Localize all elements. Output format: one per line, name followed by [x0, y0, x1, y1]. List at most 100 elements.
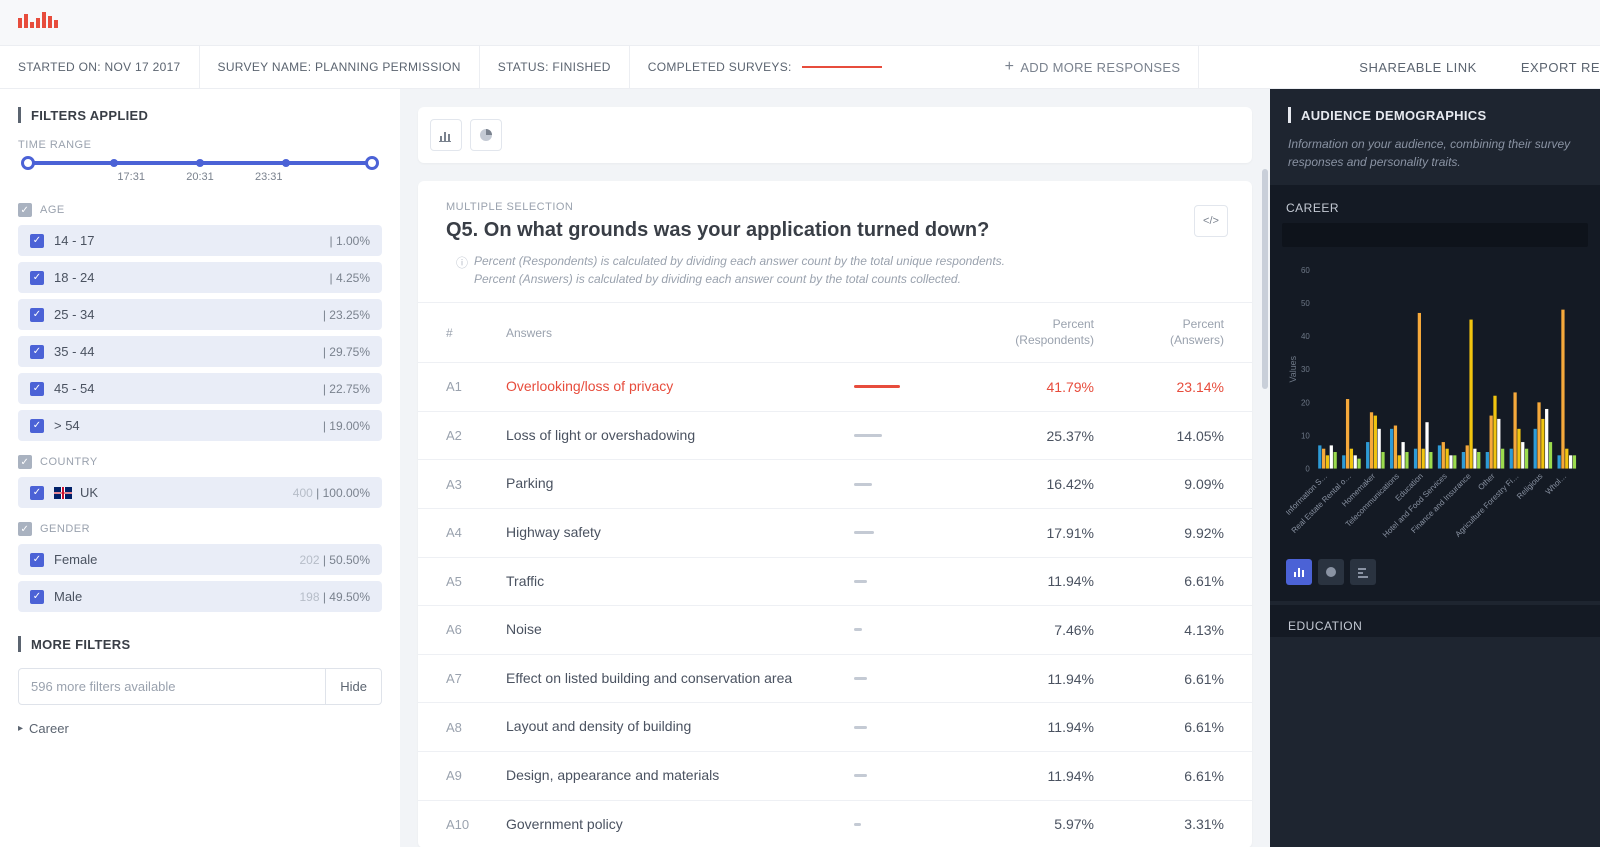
demographics-desc: Information on your audience, combining …	[1270, 135, 1600, 185]
svg-text:10: 10	[1301, 431, 1310, 440]
scrollbar[interactable]	[1262, 169, 1268, 389]
percent-respondents: 11.94%	[964, 719, 1094, 735]
answer-text: Effect on listed building and conservati…	[506, 669, 854, 689]
filter-label: UK	[80, 485, 293, 500]
pie-chart-icon[interactable]	[470, 119, 502, 151]
percent-answers: 23.14%	[1094, 379, 1224, 395]
svg-text:0: 0	[1305, 465, 1310, 474]
filter-stat: | 23.25%	[323, 308, 370, 322]
flag-uk-icon	[54, 487, 72, 499]
filter-stat: 202 | 50.50%	[299, 553, 370, 567]
time-tick: 20:31	[166, 171, 235, 183]
answer-row[interactable]: A3Parking16.42%9.09%	[418, 459, 1252, 508]
answer-id: A7	[446, 671, 506, 686]
answer-text: Layout and density of building	[506, 717, 854, 737]
answer-row[interactable]: A6Noise7.46%4.13%	[418, 605, 1252, 654]
bar-chart-icon[interactable]	[430, 119, 462, 151]
chart-hbar-icon[interactable]	[1350, 559, 1376, 585]
checkbox-icon: ✓	[30, 419, 44, 433]
col-percent-respondents: Percent(Respondents)	[964, 317, 1094, 348]
percent-answers: 6.61%	[1094, 573, 1224, 589]
percent-respondents: 17.91%	[964, 525, 1094, 541]
answer-row[interactable]: A4Highway safety17.91%9.92%	[418, 508, 1252, 557]
answer-text: Government policy	[506, 815, 854, 835]
career-expand[interactable]: ▸ Career	[18, 721, 382, 736]
filter-stat: | 22.75%	[323, 382, 370, 396]
export-report[interactable]: EXPORT RE	[1499, 60, 1600, 75]
answer-text: Highway safety	[506, 523, 854, 543]
logo	[0, 0, 1600, 45]
chart-bar-icon[interactable]	[1286, 559, 1312, 585]
checkbox-icon: ✓	[30, 308, 44, 322]
filter-row[interactable]: ✓18 - 24| 4.25%	[18, 262, 382, 293]
filter-label: 18 - 24	[54, 270, 330, 285]
answer-id: A9	[446, 768, 506, 783]
completed-surveys: COMPLETED SURVEYS:	[630, 46, 900, 88]
filter-row[interactable]: ✓45 - 54| 22.75%	[18, 373, 382, 404]
answer-text: Overlooking/loss of privacy	[506, 377, 854, 397]
more-filters-title: MORE FILTERS	[18, 636, 382, 652]
percent-answers: 4.13%	[1094, 622, 1224, 638]
answer-text: Design, appearance and materials	[506, 766, 854, 786]
filter-row[interactable]: ✓Female202 | 50.50%	[18, 544, 382, 575]
filter-stat: 400 | 100.00%	[293, 486, 370, 500]
education-label: EDUCATION	[1270, 605, 1600, 637]
answer-row[interactable]: A5Traffic11.94%6.61%	[418, 557, 1252, 606]
answer-id: A5	[446, 574, 506, 589]
answer-row[interactable]: A9Design, appearance and materials 11.94%…	[418, 751, 1252, 800]
started-on: STARTED ON: NOV 17 2017	[0, 46, 200, 88]
filter-stat: | 4.25%	[330, 271, 370, 285]
col-answers: Answers	[506, 326, 854, 340]
answer-row[interactable]: A8Layout and density of building11.94%6.…	[418, 702, 1252, 751]
answer-id: A2	[446, 428, 506, 443]
shareable-link[interactable]: SHAREABLE LINK	[1337, 60, 1499, 75]
time-range-label: TIME RANGE	[18, 139, 382, 151]
question-type: MULTIPLE SELECTION	[446, 201, 1224, 213]
filters-applied-title: FILTERS APPLIED	[18, 107, 382, 123]
percent-answers: 9.92%	[1094, 525, 1224, 541]
filter-label: 35 - 44	[54, 344, 323, 359]
answer-row[interactable]: A1Overlooking/loss of privacy41.79%23.14…	[418, 362, 1252, 411]
answer-text: Loss of light or overshadowing	[506, 426, 854, 446]
svg-text:50: 50	[1301, 299, 1310, 308]
percent-answers: 6.61%	[1094, 671, 1224, 687]
svg-text:20: 20	[1301, 398, 1310, 407]
answer-bar	[854, 483, 872, 486]
demographics-title: AUDIENCE DEMOGRAPHICS	[1270, 89, 1600, 123]
answer-id: A3	[446, 477, 506, 492]
age-group-label[interactable]: ✓ AGE	[18, 203, 382, 217]
percent-respondents: 7.46%	[964, 622, 1094, 638]
checkbox-icon: ✓	[18, 203, 32, 217]
filter-row[interactable]: ✓UK400 | 100.00%	[18, 477, 382, 508]
survey-name: SURVEY NAME: PLANNING PERMISSION	[200, 46, 480, 88]
checkbox-icon: ✓	[30, 234, 44, 248]
answer-row[interactable]: A2Loss of light or overshadowing25.37%14…	[418, 411, 1252, 460]
answer-row[interactable]: A7Effect on listed building and conserva…	[418, 654, 1252, 703]
filter-row[interactable]: ✓14 - 17| 1.00%	[18, 225, 382, 256]
chart-pie-icon[interactable]	[1318, 559, 1344, 585]
filter-row[interactable]: ✓Male198 | 49.50%	[18, 581, 382, 612]
percent-answers: 6.61%	[1094, 719, 1224, 735]
country-group-label[interactable]: ✓ COUNTRY	[18, 455, 382, 469]
percent-answers: 14.05%	[1094, 428, 1224, 444]
filter-row[interactable]: ✓> 54| 19.00%	[18, 410, 382, 441]
percent-answers: 3.31%	[1094, 816, 1224, 832]
svg-text:30: 30	[1301, 365, 1310, 374]
time-range-slider[interactable]: . 17:31 20:31 23:31 .	[18, 161, 382, 183]
checkbox-icon: ✓	[18, 455, 32, 469]
filter-row[interactable]: ✓35 - 44| 29.75%	[18, 336, 382, 367]
answer-bar	[854, 531, 874, 534]
answer-id: A10	[446, 817, 506, 832]
career-bar-chart: 0102030405060ValuesInformation S…Real Es…	[1286, 259, 1584, 549]
time-tick: 17:31	[97, 171, 166, 183]
gender-group-label[interactable]: ✓ GENDER	[18, 522, 382, 536]
plus-icon: +	[1005, 58, 1015, 76]
more-filters-input[interactable]	[19, 669, 325, 704]
embed-code-button[interactable]: </>	[1194, 205, 1228, 237]
filter-row[interactable]: ✓25 - 34| 23.25%	[18, 299, 382, 330]
filter-stat: | 1.00%	[330, 234, 370, 248]
answer-bar	[854, 628, 862, 631]
percent-respondents: 11.94%	[964, 768, 1094, 784]
add-more-responses-button[interactable]: + ADD MORE RESPONSES	[987, 46, 1200, 88]
hide-filters-button[interactable]: Hide	[325, 669, 381, 704]
